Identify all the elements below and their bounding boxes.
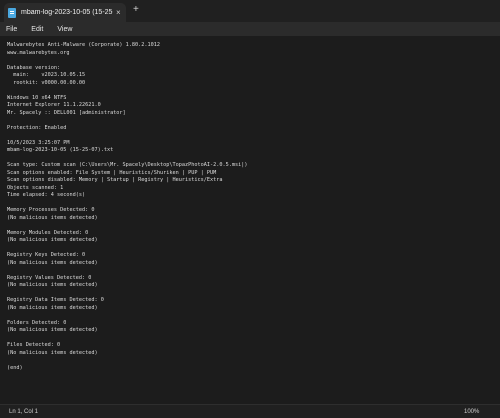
text-line — [7, 57, 247, 65]
text-line — [7, 117, 247, 125]
text-line: (end) — [7, 364, 23, 371]
text-line: Scan options enabled: File System | Heur… — [7, 169, 217, 176]
text-line: Memory Processes Detected: 0 — [7, 207, 95, 213]
tab-title: mbam-log-2023-10-05 (15-25-0 — [21, 9, 113, 16]
text-line — [7, 87, 247, 95]
menu-file[interactable]: File — [6, 26, 17, 33]
text-line: (No malicious items detected) — [7, 259, 98, 266]
text-line: (No malicious items detected) — [7, 237, 98, 243]
notepad-icon — [8, 7, 16, 18]
text-line: Malwarebytes Anti-Malware (Corporate) 1.… — [7, 42, 161, 48]
text-line: Registry Data Items Detected: 0 — [7, 297, 104, 303]
text-line: Database version: — [7, 64, 61, 71]
text-line — [7, 132, 247, 140]
close-tab-icon[interactable]: × — [116, 8, 121, 17]
text-line: Scan options disabled: Memory | Startup … — [7, 177, 223, 183]
text-line: Registry Keys Detected: 0 — [7, 252, 86, 258]
text-line: Internet Explorer 11.1.22621.0 — [7, 102, 101, 108]
text-line: main: v2023.10.05.15 — [7, 72, 86, 78]
text-line: www.malwarebytes.org — [7, 49, 70, 56]
text-line — [7, 335, 247, 343]
text-line: 10/5/2023 3:25:07 PM — [7, 139, 70, 146]
text-line: Protection: Enabled — [7, 124, 67, 131]
text-line: (No malicious items detected) — [7, 349, 98, 356]
text-line: rootkit: v0000.00.00.00 — [7, 79, 86, 86]
text-line: (No malicious items detected) — [7, 304, 98, 311]
text-line: Folders Detected: 0 — [7, 319, 67, 326]
text-line: Files Detected: 0 — [7, 342, 61, 348]
zoom-level: 100% — [464, 409, 480, 415]
text-line — [7, 200, 247, 208]
text-line: Memory Modules Detected: 0 — [7, 229, 89, 236]
new-tab-icon[interactable]: + — [133, 5, 139, 15]
text-line — [7, 155, 247, 163]
text-line — [7, 267, 247, 275]
menu-view[interactable]: View — [57, 26, 72, 33]
text-line: (No malicious items detected) — [7, 327, 98, 333]
text-line: Mr. Spacely :: DELL001 [administrator] — [7, 109, 126, 116]
text-line: Scan type: Custom scan (C:\Users\Mr. Spa… — [7, 162, 248, 168]
menu-bar: File Edit View — [0, 22, 500, 36]
title-bar: mbam-log-2023-10-05 (15-25-0 × + — [0, 0, 500, 22]
cursor-position: Ln 1, Col 1 — [9, 409, 39, 415]
text-line — [7, 290, 247, 298]
text-line — [7, 312, 247, 320]
text-editor[interactable]: Malwarebytes Anti-Malware (Corporate) 1.… — [0, 36, 500, 404]
text-line — [7, 357, 247, 365]
text-line: Registry Values Detected: 0 — [7, 274, 92, 281]
text-line: (No malicious items detected) — [7, 282, 98, 288]
text-line: (No malicious items detected) — [7, 214, 98, 221]
text-line: Windows 10 x64 NTFS — [7, 94, 67, 101]
menu-edit[interactable]: Edit — [31, 26, 43, 33]
text-line: Time elapsed: 4 second(s) — [7, 192, 86, 198]
document-content: Malwarebytes Anti-Malware (Corporate) 1.… — [7, 42, 247, 372]
text-line: mbam-log-2023-10-05 (15-25-07).txt — [7, 147, 114, 153]
text-line — [7, 245, 247, 253]
text-line — [7, 222, 247, 230]
document-tab[interactable]: mbam-log-2023-10-05 (15-25-0 × — [4, 3, 126, 22]
text-line: Objects scanned: 1 — [7, 184, 64, 191]
status-bar: Ln 1, Col 1 100% — [0, 404, 500, 418]
